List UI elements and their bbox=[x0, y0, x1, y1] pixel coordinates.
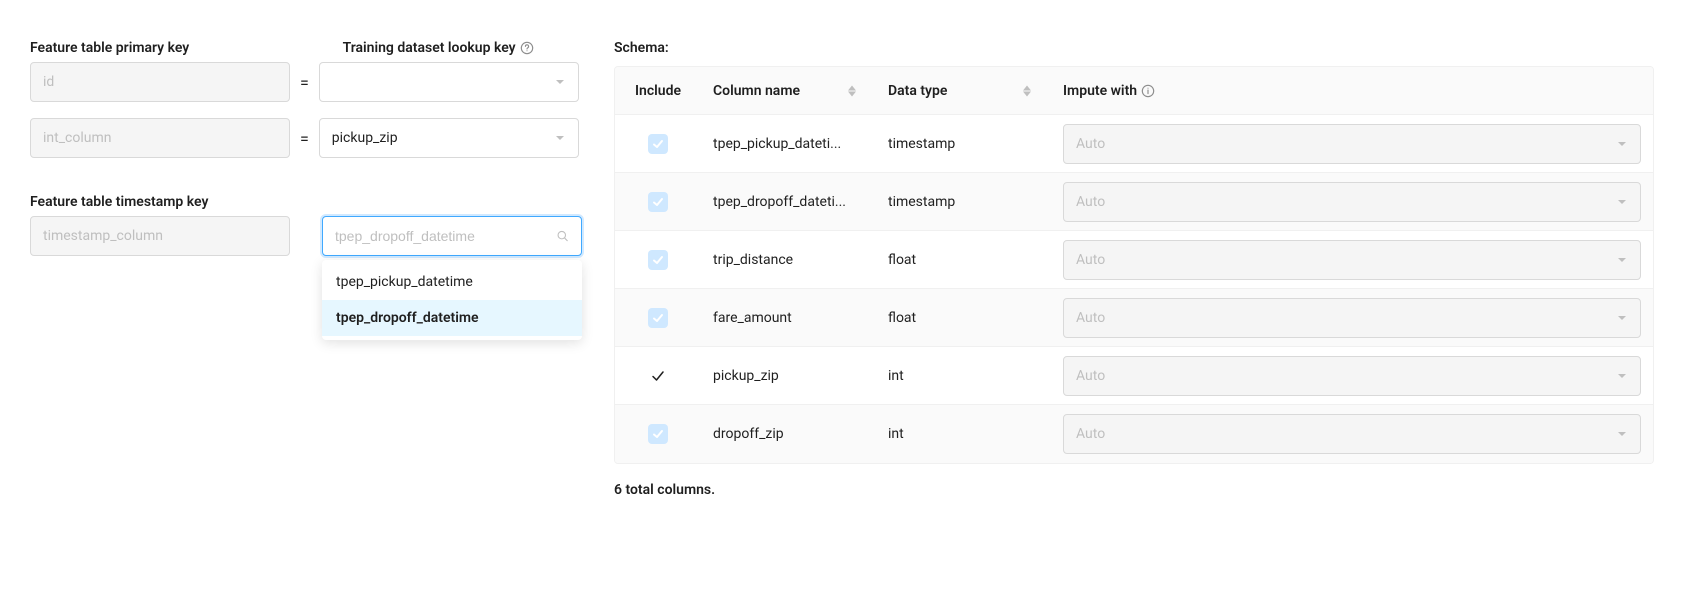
include-checkbox[interactable] bbox=[648, 250, 668, 270]
header-data-type[interactable]: Data type bbox=[876, 83, 1051, 99]
feature-key-panel: Feature table primary key Training datas… bbox=[30, 40, 590, 498]
cell-column-name: fare_amount bbox=[701, 310, 876, 326]
cell-column-name: trip_distance bbox=[701, 252, 876, 268]
impute-select[interactable]: Auto bbox=[1063, 182, 1641, 222]
help-icon bbox=[520, 41, 534, 55]
table-row: tpep_pickup_dateti...timestamp Auto bbox=[615, 115, 1653, 173]
header-column-name[interactable]: Column name bbox=[701, 83, 876, 99]
chevron-down-icon bbox=[554, 132, 566, 144]
table-row: pickup_zipint Auto bbox=[615, 347, 1653, 405]
lookup-key-select-0[interactable] bbox=[319, 62, 579, 102]
table-row: trip_distancefloat Auto bbox=[615, 231, 1653, 289]
impute-select[interactable]: Auto bbox=[1063, 356, 1641, 396]
include-checkbox[interactable] bbox=[648, 134, 668, 154]
chevron-down-icon bbox=[554, 76, 566, 88]
chevron-down-icon bbox=[1616, 370, 1628, 382]
cell-data-type: int bbox=[876, 368, 1051, 384]
cell-column-name: dropoff_zip bbox=[701, 426, 876, 442]
primary-key-input-1: int_column bbox=[30, 118, 290, 158]
include-checkbox[interactable] bbox=[648, 424, 668, 444]
info-icon bbox=[1141, 84, 1155, 98]
timestamp-key-input: timestamp_column bbox=[30, 216, 290, 256]
header-impute-with: Impute with bbox=[1051, 83, 1653, 99]
dropdown-option[interactable]: tpep_pickup_datetime bbox=[322, 264, 582, 300]
primary-key-label: Feature table primary key bbox=[30, 40, 277, 56]
chevron-down-icon bbox=[1616, 254, 1628, 266]
impute-select[interactable]: Auto bbox=[1063, 298, 1641, 338]
table-row: fare_amountfloat Auto bbox=[615, 289, 1653, 347]
equals-sign: = bbox=[300, 129, 309, 148]
equals-sign: = bbox=[300, 73, 309, 92]
cell-data-type: float bbox=[876, 310, 1051, 326]
primary-key-input-0: id bbox=[30, 62, 290, 102]
schema-table: Include Column name Data type bbox=[614, 66, 1654, 464]
cell-data-type: float bbox=[876, 252, 1051, 268]
include-checkbox[interactable] bbox=[648, 308, 668, 328]
chevron-down-icon bbox=[1616, 428, 1628, 440]
sort-icon bbox=[1023, 85, 1031, 97]
chevron-down-icon bbox=[1616, 138, 1628, 150]
table-header: Include Column name Data type bbox=[615, 67, 1653, 115]
table-row: dropoff_zipint Auto bbox=[615, 405, 1653, 463]
cell-data-type: int bbox=[876, 426, 1051, 442]
chevron-down-icon bbox=[1616, 312, 1628, 324]
lookup-key-label: Training dataset lookup key bbox=[343, 40, 590, 56]
timestamp-search-input[interactable] bbox=[335, 228, 556, 244]
schema-panel: Schema: Include Column name Data type bbox=[614, 40, 1654, 498]
cell-column-name: pickup_zip bbox=[701, 368, 876, 384]
dropdown-option[interactable]: tpep_dropoff_datetime bbox=[322, 300, 582, 336]
cell-column-name: tpep_pickup_dateti... bbox=[701, 136, 876, 152]
impute-select[interactable]: Auto bbox=[1063, 414, 1641, 454]
table-row: tpep_dropoff_dateti...timestamp Auto bbox=[615, 173, 1653, 231]
timestamp-key-label: Feature table timestamp key bbox=[30, 194, 590, 210]
cell-data-type: timestamp bbox=[876, 136, 1051, 152]
timestamp-dropdown: tpep_pickup_datetimetpep_dropoff_datetim… bbox=[322, 260, 582, 340]
search-icon bbox=[556, 229, 569, 243]
include-checkbox[interactable] bbox=[648, 192, 668, 212]
include-checkmark[interactable] bbox=[650, 368, 666, 384]
key-mapping-row: id = bbox=[30, 62, 590, 102]
impute-select[interactable]: Auto bbox=[1063, 240, 1641, 280]
impute-select[interactable]: Auto bbox=[1063, 124, 1641, 164]
schema-title: Schema: bbox=[614, 40, 1654, 56]
lookup-key-select-1[interactable]: pickup_zip bbox=[319, 118, 579, 158]
timestamp-lookup-search[interactable] bbox=[322, 216, 582, 256]
header-include: Include bbox=[615, 83, 701, 99]
cell-data-type: timestamp bbox=[876, 194, 1051, 210]
key-mapping-row: int_column = pickup_zip bbox=[30, 118, 590, 158]
cell-column-name: tpep_dropoff_dateti... bbox=[701, 194, 876, 210]
table-footer: 6 total columns. bbox=[614, 482, 1654, 498]
sort-icon bbox=[848, 85, 856, 97]
chevron-down-icon bbox=[1616, 196, 1628, 208]
